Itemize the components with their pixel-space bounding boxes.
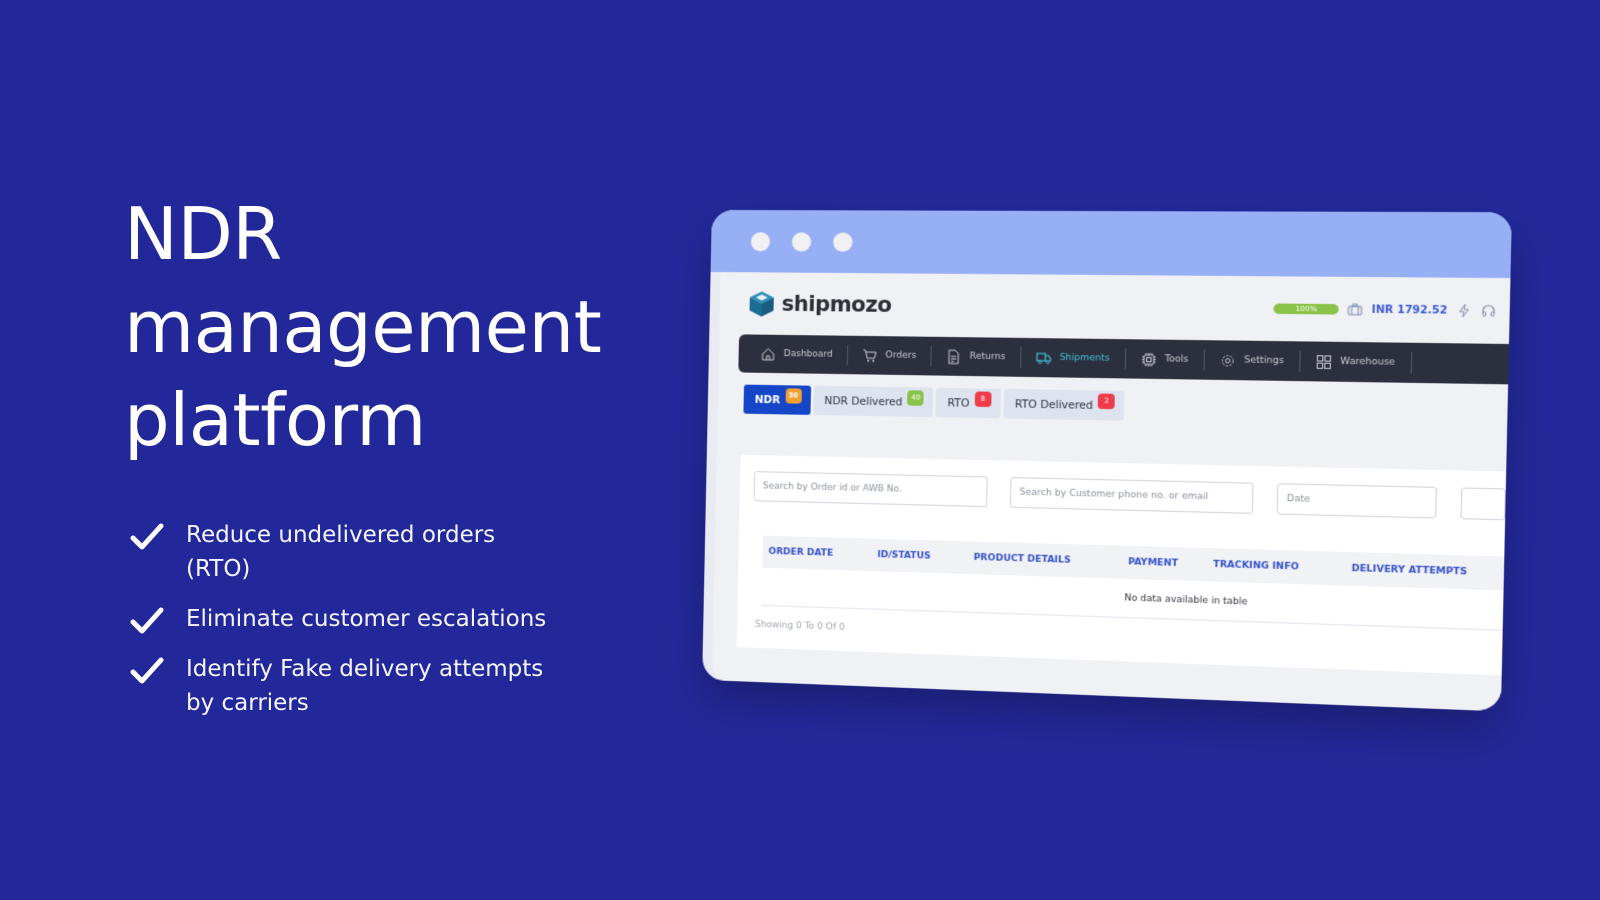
document-icon <box>946 349 962 365</box>
logo[interactable]: shipmozo <box>747 289 892 319</box>
chip-icon <box>1140 351 1156 367</box>
profile-progress-bar: 100% <box>1273 303 1339 315</box>
truck-icon <box>1035 350 1051 366</box>
column-header[interactable]: ORDER DATE <box>762 547 871 560</box>
home-icon <box>760 346 775 361</box>
order-search-input[interactable] <box>753 471 988 508</box>
brand-name: shipmozo <box>781 291 892 317</box>
window-dot-minimize[interactable] <box>791 231 812 252</box>
window-dot-close[interactable] <box>750 231 771 251</box>
nav-tools[interactable]: Tools <box>1125 348 1205 371</box>
wallet-balance[interactable]: INR 1792.52 <box>1371 304 1447 316</box>
customer-search-input[interactable] <box>1009 477 1254 514</box>
tab-ndr[interactable]: NDR 50 <box>743 384 811 415</box>
check-icon <box>130 523 164 550</box>
browser-window: shipmozo 100% INR 1792.52 Dashboard Orde… <box>702 209 1512 712</box>
count-badge: 40 <box>907 390 925 406</box>
hero-title-line: NDR <box>124 192 282 276</box>
header-right: 100% INR 1792.52 <box>1273 301 1497 318</box>
date-input[interactable] <box>1276 483 1437 519</box>
column-header[interactable]: PAYMENT <box>1122 557 1207 570</box>
nav-label: Tools <box>1164 354 1189 365</box>
lightning-icon[interactable] <box>1456 303 1472 318</box>
filter-bar <box>740 455 1507 521</box>
nav-label: Returns <box>969 351 1006 363</box>
column-header[interactable]: DELIVERY ATTEMPTS <box>1345 564 1500 579</box>
check-icon <box>130 657 164 684</box>
box-logo-icon <box>749 291 774 317</box>
count-badge: 2 <box>1098 393 1116 410</box>
window-dot-maximize[interactable] <box>833 232 853 252</box>
nav-returns[interactable]: Returns <box>931 345 1022 368</box>
feature-text: Identify Fake delivery attempts by carri… <box>186 656 544 716</box>
column-header[interactable]: TRACKING INFO <box>1207 559 1345 573</box>
extra-filter-input[interactable] <box>1460 487 1506 521</box>
tab-label: NDR <box>754 393 781 406</box>
tab-label: RTO Delivered <box>1014 397 1094 412</box>
feature-list: Reduce undelivered orders (RTO) Eliminat… <box>130 518 566 736</box>
pagination-info: Showing 0 To 0 Of 0 <box>754 619 845 633</box>
gear-icon <box>1219 352 1235 368</box>
count-badge: 50 <box>785 388 802 404</box>
feature-item: Identify Fake delivery attempts by carri… <box>130 652 566 720</box>
nav-label: Warehouse <box>1340 356 1396 368</box>
nav-label: Settings <box>1243 355 1284 367</box>
tab-label: RTO <box>947 396 970 410</box>
nav-dashboard[interactable]: Dashboard <box>746 343 849 366</box>
cart-icon <box>862 348 878 362</box>
feature-item: Eliminate customer escalations <box>130 602 566 636</box>
feature-text: Eliminate customer escalations <box>186 606 547 632</box>
nav-label: Shipments <box>1059 352 1110 364</box>
browser-mockup: shipmozo 100% INR 1792.52 Dashboard Orde… <box>702 209 1512 712</box>
tab-label: NDR Delivered <box>824 394 903 409</box>
nav-settings[interactable]: Settings <box>1204 349 1301 372</box>
hero-title-line: platform <box>124 378 426 462</box>
check-icon <box>130 607 164 634</box>
nav-label: Dashboard <box>783 349 833 360</box>
wallet-icon <box>1347 303 1363 316</box>
column-header[interactable]: ID/STATUS <box>871 550 967 563</box>
nav-shipments[interactable]: Shipments <box>1020 347 1126 370</box>
nav-warehouse[interactable]: Warehouse <box>1299 350 1412 374</box>
feature-item: Reduce undelivered orders (RTO) <box>130 518 566 586</box>
tab-ndr-delivered[interactable]: NDR Delivered 40 <box>813 385 934 418</box>
count-badge: 8 <box>974 391 992 408</box>
hero-title-line: management <box>124 285 602 369</box>
nav-orders[interactable]: Orders <box>847 344 932 367</box>
nav-label: Orders <box>885 350 917 361</box>
hero-title: NDR management platform <box>124 188 644 467</box>
ndr-panel: ORDER DATE ID/STATUS PRODUCT DETAILS PAY… <box>736 454 1507 676</box>
feature-text: Reduce undelivered orders (RTO) <box>186 522 496 582</box>
tab-rto-delivered[interactable]: RTO Delivered 2 <box>1003 388 1125 421</box>
grid-icon <box>1315 354 1332 370</box>
ndr-table: ORDER DATE ID/STATUS PRODUCT DETAILS PAY… <box>761 535 1505 631</box>
headset-icon[interactable] <box>1481 303 1497 318</box>
app-header: shipmozo 100% INR 1792.52 <box>719 272 1510 344</box>
column-header[interactable]: PRODUCT DETAILS <box>967 553 1122 568</box>
tab-rto[interactable]: RTO 8 <box>935 387 1001 419</box>
browser-title-bar <box>710 209 1512 279</box>
app-content: shipmozo 100% INR 1792.52 Dashboard Orde… <box>712 272 1511 712</box>
